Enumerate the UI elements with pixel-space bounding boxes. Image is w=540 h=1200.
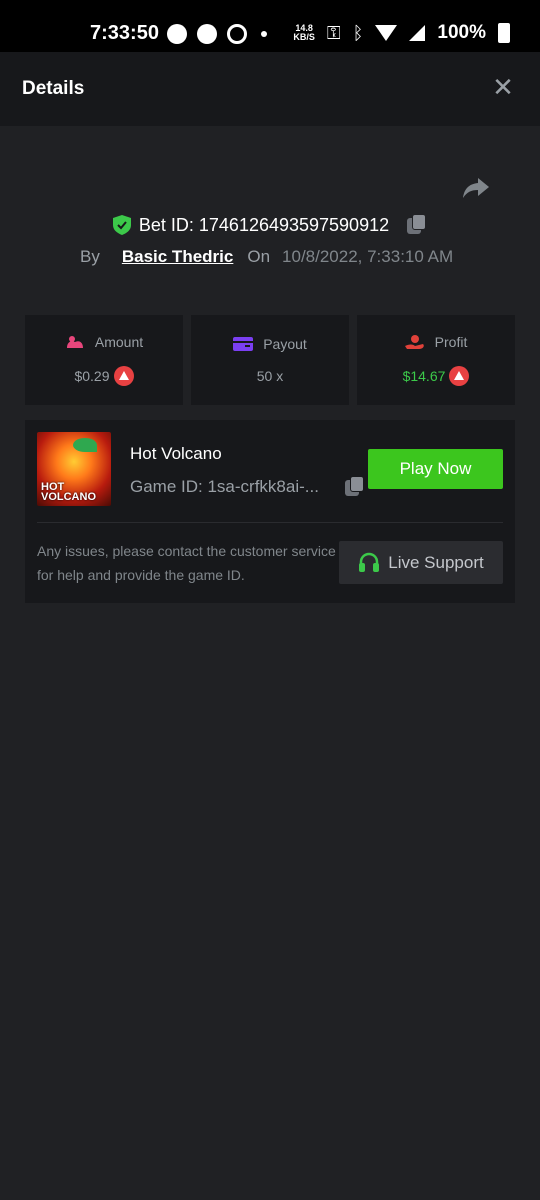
amount-icon xyxy=(66,336,83,348)
bluetooth-icon: ᛒ xyxy=(352,22,364,43)
bet-meta-row: By Basic Thedric On 10/8/2022, 7:33:10 A… xyxy=(80,247,453,267)
divider xyxy=(37,522,503,523)
play-now-button[interactable]: Play Now xyxy=(368,449,503,489)
bet-stats: Amount $0.29 Payout 50 x Profit $14.67 xyxy=(25,315,515,405)
game-name: Hot Volcano xyxy=(130,444,222,463)
game-card: HOT VOLCANO Hot Volcano Game ID: 1sa-crf… xyxy=(25,420,515,603)
payout-label: Payout xyxy=(263,336,307,352)
battery-icon xyxy=(498,23,510,43)
page-title: Details xyxy=(22,78,85,99)
profit-label: Profit xyxy=(434,334,468,350)
status-right: 14.8 KB/S ⚿ ᛒ 100% xyxy=(293,22,510,44)
by-label: By xyxy=(80,247,100,266)
game-thumbnail[interactable]: HOT VOLCANO xyxy=(37,432,111,506)
user-link[interactable]: Basic Thedric xyxy=(122,247,234,267)
more-notifications-icon xyxy=(261,31,267,37)
status-bar: 7:33:50 14.8 KB/S ⚿ ᛒ 100% xyxy=(0,0,540,52)
messenger-icon xyxy=(167,24,187,44)
profit-hand-icon xyxy=(404,335,424,349)
bet-id: Bet ID: 1746126493597590912 xyxy=(138,214,390,235)
close-icon[interactable]: ✕ xyxy=(490,74,516,100)
net-speed: 14.8 KB/S xyxy=(293,23,315,42)
on-label: On xyxy=(247,247,271,266)
amount-label: Amount xyxy=(94,334,144,350)
game-id: Game ID: 1sa-crfkk8ai-... xyxy=(130,477,319,496)
app-icon xyxy=(227,24,247,44)
chat-icon xyxy=(197,24,217,44)
payout-value: 50 x xyxy=(256,368,284,384)
verified-shield-icon xyxy=(112,215,131,235)
copy-bet-id-icon[interactable] xyxy=(407,214,427,236)
thumbnail-leaf xyxy=(73,438,97,452)
amount-stat: Amount $0.29 xyxy=(25,315,183,405)
wifi-icon xyxy=(375,25,398,41)
avax-coin-icon xyxy=(113,366,134,386)
copy-game-id-icon[interactable] xyxy=(345,476,365,498)
bet-id-row: Bet ID: 1746126493597590912 xyxy=(0,214,540,236)
profit-stat: Profit $14.67 xyxy=(357,315,515,405)
share-icon[interactable] xyxy=(462,176,490,200)
notification-icons xyxy=(167,24,267,44)
signal-icon xyxy=(409,25,426,41)
avax-coin-icon xyxy=(449,366,470,386)
headset-icon xyxy=(359,552,380,572)
amount-value: $0.29 xyxy=(74,368,110,384)
profit-value: $14.67 xyxy=(402,368,446,384)
payout-card-icon xyxy=(233,337,254,351)
live-support-button[interactable]: Live Support xyxy=(339,541,503,584)
payout-stat: Payout 50 x xyxy=(191,315,349,405)
live-support-label: Live Support xyxy=(388,552,484,572)
battery-percent: 100% xyxy=(437,22,486,43)
bet-date: 10/8/2022, 7:33:10 AM xyxy=(282,247,454,266)
details-header: Details ✕ xyxy=(0,52,540,126)
status-time: 7:33:50 xyxy=(90,22,159,44)
vpn-key-icon: ⚿ xyxy=(326,22,341,43)
support-notice: Any issues, please contact the customer … xyxy=(37,543,336,583)
